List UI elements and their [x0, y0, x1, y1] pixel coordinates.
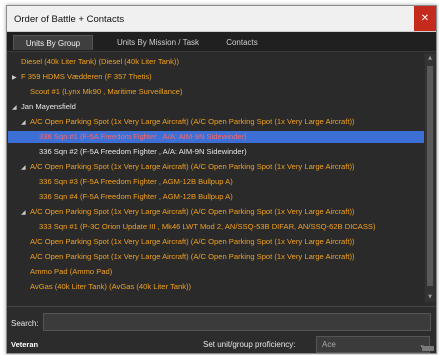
search-input[interactable]: [43, 313, 431, 331]
tree-row[interactable]: AvGas (40k Liter Tank) (AvGas (40k Liter…: [8, 281, 424, 293]
tree-row[interactable]: Ammo Pad (Ammo Pad): [8, 266, 424, 278]
tree-item-label: Scout #1 (Lynx Mk90 , Maritime Surveilla…: [30, 87, 183, 96]
tree-row[interactable]: 333 Sqn #1 (P-3C Orion Update III , Mk46…: [8, 221, 424, 233]
tree-row[interactable]: ◢ A/C Open Parking Spot (1x Very Large Ai…: [8, 206, 424, 218]
expanded-arrow-icon[interactable]: ◢: [12, 102, 21, 114]
close-icon: ✕: [420, 13, 430, 24]
tree-row[interactable]: ▶ F 359 HDMS Vædderen (F 357 Thetis): [8, 71, 424, 83]
tree-item-label: AvGas (40k Liter Tank) (AvGas (40k Liter…: [30, 282, 192, 291]
tab-units-by-mission-task[interactable]: Units By Mission / Task: [99, 35, 217, 50]
tab-units-by-group[interactable]: Units By Group: [13, 35, 93, 50]
panel-divider: [7, 306, 436, 307]
window-title: Order of Battle + Contacts: [14, 14, 125, 25]
tree-scrollbar[interactable]: ▲ ▼: [425, 54, 435, 302]
proficiency-label: Set unit/group proficiency:: [203, 340, 296, 349]
tree-item-label: Diesel (40k Liter Tank) (Diesel (40k Lit…: [21, 57, 179, 66]
tab-bar: Units By Group Units By Mission / Task C…: [7, 32, 436, 52]
order-of-battle-window: Order of Battle + Contacts ✕ Units By Gr…: [6, 5, 437, 354]
tree-item-label: 336 Sqn #1 (F-5A Freedom Fighter , A/A: …: [39, 132, 247, 141]
tree-item-label: 336 Sqn #2 (F-5A Freedom Fighter , A/A: …: [39, 147, 247, 156]
tree-item-label: Jan Mayensfield: [21, 102, 76, 111]
collapsed-arrow-icon[interactable]: ▶: [12, 72, 21, 84]
tree-item-label: A/C Open Parking Spot (1x Very Large Air…: [30, 237, 355, 246]
tree-item-label: A/C Open Parking Spot (1x Very Large Air…: [30, 252, 355, 261]
search-label: Search:: [11, 319, 39, 328]
tree-item-label: 333 Sqn #1 (P-3C Orion Update III , Mk46…: [39, 222, 376, 231]
scroll-up-icon[interactable]: ▲: [425, 54, 435, 63]
tree-item-label: A/C Open Parking Spot (1x Very Large Air…: [30, 162, 355, 171]
tab-contacts[interactable]: Contacts: [207, 35, 277, 50]
title-bar: Order of Battle + Contacts ✕: [7, 6, 436, 32]
tree-item-label: 336 Sqn #3 (F-5A Freedom Fighter , AGM-1…: [39, 177, 233, 186]
tree-row[interactable]: 336 Sqn #2 (F-5A Freedom Fighter , A/A: …: [8, 146, 424, 158]
tree-row[interactable]: ◢ Jan Mayensfield: [8, 101, 424, 113]
tree-row[interactable]: A/C Open Parking Spot (1x Very Large Air…: [8, 251, 424, 263]
tree-row[interactable]: A/C Open Parking Spot (1x Very Large Air…: [8, 236, 424, 248]
expanded-arrow-icon[interactable]: ◢: [21, 162, 30, 174]
tree-row[interactable]: 336 Sqn #4 (F-5A Freedom Fighter , AGM-1…: [8, 191, 424, 203]
close-button[interactable]: ✕: [414, 6, 436, 31]
tree-item-label: A/C Open Parking Spot (1x Very Large Air…: [30, 117, 355, 126]
expanded-arrow-icon[interactable]: ◢: [21, 207, 30, 219]
expanded-arrow-icon[interactable]: ◢: [21, 117, 30, 129]
tree-row[interactable]: ◢ A/C Open Parking Spot (1x Very Large Ai…: [8, 116, 424, 128]
tree-item-label: Ammo Pad (Ammo Pad): [30, 267, 113, 276]
tree-row[interactable]: 336 Sqn #3 (F-5A Freedom Fighter , AGM-1…: [8, 176, 424, 188]
proficiency-value: Ace: [322, 340, 336, 349]
proficiency-select[interactable]: Ace ⌄: [316, 336, 430, 353]
scroll-down-icon[interactable]: ▼: [425, 293, 435, 302]
tree-item-label: A/C Open Parking Spot (1x Very Large Air…: [30, 207, 355, 216]
tree-item-label: F 359 HDMS Vædderen (F 357 Thetis): [21, 72, 152, 81]
tree-row[interactable]: Diesel (40k Liter Tank) (Diesel (40k Lit…: [8, 56, 424, 68]
unit-proficiency-status: Veteran: [11, 340, 39, 349]
resize-grip[interactable]: [422, 346, 434, 351]
tree-item-label: 336 Sqn #4 (F-5A Freedom Fighter , AGM-1…: [39, 192, 233, 201]
scroll-thumb[interactable]: [427, 66, 433, 286]
tree-row[interactable]: Scout #1 (Lynx Mk90 , Maritime Surveilla…: [8, 86, 424, 98]
tree-row[interactable]: 336 Sqn #1 (F-5A Freedom Fighter , A/A: …: [8, 131, 424, 143]
tree-row[interactable]: ◢ A/C Open Parking Spot (1x Very Large Ai…: [8, 161, 424, 173]
unit-tree: Diesel (40k Liter Tank) (Diesel (40k Lit…: [8, 53, 424, 303]
